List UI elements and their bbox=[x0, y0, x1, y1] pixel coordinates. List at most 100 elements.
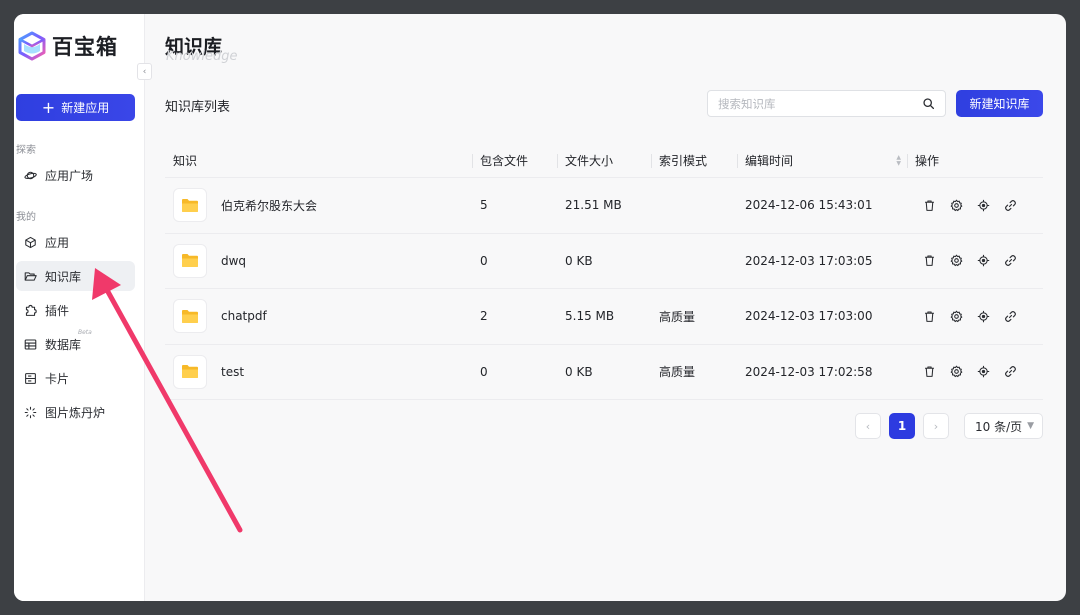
new-app-button[interactable]: + 新建应用 bbox=[16, 94, 135, 121]
next-page-button[interactable]: › bbox=[923, 413, 949, 439]
link-icon[interactable] bbox=[1004, 310, 1017, 323]
kb-name[interactable]: chatpdf bbox=[221, 309, 267, 323]
trash-icon[interactable] bbox=[923, 310, 936, 323]
list-title: 知识库列表 bbox=[165, 100, 231, 115]
folder-icon bbox=[182, 254, 198, 268]
locate-icon[interactable] bbox=[977, 199, 990, 212]
kb-name[interactable]: test bbox=[221, 365, 244, 379]
link-icon[interactable] bbox=[1004, 365, 1017, 378]
gear-icon[interactable] bbox=[950, 310, 963, 323]
sidebar-item-knowledge[interactable]: 知识库 bbox=[16, 261, 135, 291]
folder-icon-box bbox=[173, 243, 207, 278]
table-row[interactable]: dwq 0 0 KB 2024-12-03 17:03:05 bbox=[165, 234, 1043, 289]
header-size: 文件大小 bbox=[557, 144, 651, 177]
header-files: 包含文件 bbox=[472, 144, 557, 177]
header-index-mode: 索引模式 bbox=[651, 144, 737, 177]
brand-name: 百宝箱 bbox=[52, 35, 118, 59]
folder-icon-box bbox=[173, 299, 207, 334]
sidebar: 百宝箱 + 新建应用 探索 应用广场 我的 应用 知识库 插件 Beta 数据库… bbox=[14, 14, 145, 601]
kb-actions bbox=[907, 345, 1043, 400]
kb-edited-time: 2024-12-06 15:43:01 bbox=[745, 198, 873, 213]
sidebar-item-label: 卡片 bbox=[45, 371, 70, 386]
locate-icon[interactable] bbox=[977, 310, 990, 323]
locate-icon[interactable] bbox=[977, 365, 990, 378]
new-app-label: 新建应用 bbox=[61, 101, 110, 115]
sidebar-item-image-forge[interactable]: 图片炼丹炉 bbox=[16, 397, 135, 427]
folder-icon bbox=[182, 309, 198, 323]
folder-icon-box bbox=[173, 188, 207, 223]
link-icon[interactable] bbox=[1004, 199, 1017, 212]
card-icon bbox=[25, 372, 36, 384]
plus-icon: + bbox=[41, 97, 56, 117]
sidebar-item-label: 知识库 bbox=[45, 269, 82, 284]
kb-name[interactable]: dwq bbox=[221, 254, 246, 268]
section-label-explore: 探索 bbox=[16, 145, 36, 156]
gear-icon[interactable] bbox=[950, 199, 963, 212]
chevron-down-icon: ▼ bbox=[1027, 421, 1034, 431]
section-label-mine: 我的 bbox=[16, 212, 36, 223]
prev-page-button[interactable]: ‹ bbox=[855, 413, 881, 439]
pagination: ‹ 1 › bbox=[855, 413, 949, 439]
kb-files: 5 bbox=[480, 198, 488, 213]
kb-index-mode bbox=[651, 234, 737, 289]
sort-icon[interactable]: ▲ ▼ bbox=[896, 154, 901, 167]
sidebar-collapse-button[interactable]: ‹ bbox=[137, 63, 152, 80]
kb-edited-time: 2024-12-03 17:03:05 bbox=[745, 253, 873, 268]
table-row[interactable]: 伯克希尔股东大会 5 21.51 MB 2024-12-06 15:43:01 bbox=[165, 178, 1043, 234]
kb-files: 0 bbox=[480, 364, 488, 379]
cube-icon bbox=[25, 236, 36, 248]
folder-icon-box bbox=[173, 354, 207, 389]
kb-name-cell: chatpdf bbox=[165, 289, 472, 344]
page-number-current[interactable]: 1 bbox=[889, 413, 915, 439]
sidebar-item-cards[interactable]: 卡片 bbox=[16, 363, 135, 393]
table-header: 知识 包含文件 文件大小 索引模式 编辑时间 ▲ ▼ 操作 bbox=[165, 144, 1043, 178]
folder-open-icon bbox=[24, 271, 37, 281]
table-row[interactable]: chatpdf 2 5.15 MB 高质量 2024-12-03 17:03:0… bbox=[165, 289, 1043, 345]
knowledge-table: 知识 包含文件 文件大小 索引模式 编辑时间 ▲ ▼ 操作 伯克希尔股东大会 5… bbox=[165, 144, 1043, 400]
sidebar-item-plugins[interactable]: 插件 bbox=[16, 295, 135, 325]
sidebar-item-apps[interactable]: 应用 bbox=[16, 227, 135, 257]
gear-icon[interactable] bbox=[950, 254, 963, 267]
main-content: 知识库 Knowledge 知识库列表 新建知识库 知识 包含文件 文件大小 索… bbox=[145, 14, 1066, 601]
header-edited-time-label: 编辑时间 bbox=[745, 154, 794, 168]
search-input[interactable] bbox=[718, 96, 922, 111]
gear-icon[interactable] bbox=[950, 365, 963, 378]
brand[interactable]: 百宝箱 bbox=[14, 26, 118, 66]
header-edited-time[interactable]: 编辑时间 ▲ ▼ bbox=[737, 144, 907, 177]
kb-files: 0 bbox=[480, 253, 488, 268]
logo-icon bbox=[18, 31, 46, 61]
kb-index-mode: 高质量 bbox=[659, 365, 696, 380]
folder-icon bbox=[182, 198, 198, 212]
link-icon[interactable] bbox=[1004, 254, 1017, 267]
kb-edited-time: 2024-12-03 17:02:58 bbox=[745, 364, 873, 379]
page-size-value: 10 条/页 bbox=[975, 419, 1023, 434]
kb-name[interactable]: 伯克希尔股东大会 bbox=[221, 197, 317, 214]
kb-actions bbox=[907, 234, 1043, 289]
table-row[interactable]: test 0 0 KB 高质量 2024-12-03 17:02:58 bbox=[165, 345, 1043, 400]
kb-actions bbox=[907, 178, 1043, 233]
sidebar-item-label: 插件 bbox=[45, 303, 70, 318]
trash-icon[interactable] bbox=[923, 365, 936, 378]
kb-name-cell: 伯克希尔股东大会 bbox=[165, 178, 472, 233]
search-icon[interactable] bbox=[922, 97, 935, 110]
search-box[interactable] bbox=[707, 90, 946, 117]
new-knowledge-base-button[interactable]: 新建知识库 bbox=[956, 90, 1043, 117]
kb-index-mode: 高质量 bbox=[659, 309, 696, 324]
sparkle-icon bbox=[24, 406, 37, 418]
sidebar-item-database[interactable]: 数据库 bbox=[16, 329, 135, 359]
sidebar-item-label: 应用广场 bbox=[45, 168, 94, 183]
puzzle-icon bbox=[25, 304, 37, 316]
trash-icon[interactable] bbox=[923, 199, 936, 212]
header-actions: 操作 bbox=[907, 144, 1043, 177]
sidebar-item-app-plaza[interactable]: 应用广场 bbox=[16, 160, 135, 190]
header-knowledge: 知识 bbox=[173, 154, 198, 168]
kb-name-cell: test bbox=[165, 345, 472, 400]
kb-edited-time: 2024-12-03 17:03:00 bbox=[745, 309, 873, 324]
sidebar-item-label: 数据库 bbox=[45, 337, 82, 352]
page-size-select[interactable]: 10 条/页 ▼ bbox=[964, 413, 1043, 439]
kb-index-mode bbox=[651, 178, 737, 233]
sidebar-item-label: 图片炼丹炉 bbox=[45, 405, 106, 420]
locate-icon[interactable] bbox=[977, 254, 990, 267]
trash-icon[interactable] bbox=[923, 254, 936, 267]
table-icon bbox=[24, 339, 37, 349]
